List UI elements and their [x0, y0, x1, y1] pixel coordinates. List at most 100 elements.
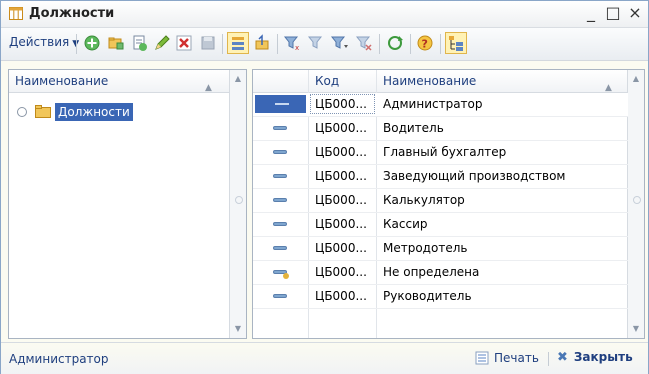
scroll-up-icon[interactable]: ▲	[230, 71, 246, 87]
hierarchy-list-button[interactable]	[227, 32, 249, 54]
row-code: ЦБ000...	[315, 97, 367, 111]
minimize-button[interactable]: _	[582, 3, 600, 23]
element-icon	[273, 246, 287, 250]
close-label: Закрыть	[573, 350, 633, 364]
add-group-button[interactable]	[129, 33, 149, 53]
table-row[interactable]: ЦБ000... Не определена	[253, 261, 628, 285]
close-icon: ✖	[557, 350, 568, 365]
row-code: ЦБ000...	[315, 121, 367, 135]
tree-header-label: Наименование	[15, 74, 109, 88]
row-code: ЦБ000...	[315, 169, 367, 183]
row-code: ЦБ000...	[315, 217, 367, 231]
column-header-name[interactable]: Наименование	[383, 70, 476, 92]
table-row[interactable]: ЦБ000... Кассир	[253, 213, 628, 237]
catalog-icon	[9, 7, 23, 20]
row-name: Заведующий производством	[383, 169, 566, 183]
close-form-button[interactable]: ✖ Закрыть	[557, 350, 633, 368]
row-code: ЦБ000...	[315, 193, 367, 207]
status-bar: Администратор Печать ✖ Закрыть	[1, 342, 648, 374]
filter-set-button[interactable]	[306, 33, 326, 53]
element-icon	[273, 150, 287, 154]
svg-text:?: ?	[422, 38, 428, 51]
table-row[interactable]: ЦБ000... Калькулятор	[253, 189, 628, 213]
scroll-down-icon[interactable]: ▼	[628, 321, 644, 337]
help-button[interactable]: ?	[415, 33, 435, 53]
toolbar: Действия▼ x	[1, 28, 648, 61]
row-name: Метродотель	[383, 241, 468, 255]
tree-node-circle-icon	[17, 107, 27, 117]
predefined-marker-icon	[283, 273, 289, 279]
close-window-button[interactable]: ×	[626, 3, 644, 23]
items-table[interactable]: Код Наименование ▲ ▲ ▼ ЦБ000... Админист…	[252, 69, 645, 339]
table-row[interactable]: ЦБ000... Главный бухгалтер	[253, 141, 628, 165]
folder-icon	[35, 105, 51, 118]
edit-button[interactable]	[152, 33, 172, 53]
filter-menu-button[interactable]	[329, 33, 349, 53]
actions-menu-label: Действия	[9, 35, 70, 49]
scroll-thumb[interactable]	[235, 196, 243, 204]
filter-icon: x	[283, 36, 299, 52]
add-button[interactable]	[82, 33, 102, 53]
row-name: Кассир	[383, 217, 428, 231]
save-icon	[201, 36, 215, 50]
save-button[interactable]	[198, 33, 218, 53]
add-icon	[84, 35, 100, 51]
window-title: Должности	[29, 6, 115, 21]
column-header-code[interactable]: Код	[315, 70, 339, 92]
title-bar: Должности _ □ ×	[1, 1, 648, 28]
tree-scrollbar[interactable]: ▲ ▼	[229, 70, 246, 338]
row-name: Не определена	[383, 265, 480, 279]
element-icon	[273, 198, 287, 202]
delete-icon	[176, 35, 192, 51]
table-row[interactable]: ЦБ000... Администратор	[253, 93, 628, 117]
element-icon	[273, 126, 287, 130]
toolbar-separator	[222, 34, 223, 54]
print-label: Печать	[494, 351, 539, 365]
scroll-down-icon[interactable]: ▼	[230, 321, 246, 337]
tree-item-label: Должности	[55, 103, 133, 121]
delete-button[interactable]	[174, 33, 194, 53]
refresh-button[interactable]	[385, 33, 405, 53]
add-copy-button[interactable]	[106, 33, 126, 53]
tree-view-button[interactable]	[445, 32, 467, 54]
directory-window: Должности _ □ × Действия▼	[0, 0, 649, 374]
table-row[interactable]: ЦБ000... Водитель	[253, 117, 628, 141]
table-row[interactable]: ЦБ000... Метродотель	[253, 237, 628, 261]
row-code: ЦБ000...	[315, 265, 367, 279]
status-separator	[548, 352, 549, 366]
level-up-button[interactable]	[252, 33, 272, 53]
add-copy-icon	[108, 37, 124, 50]
toolbar-separator	[277, 34, 278, 54]
edit-icon	[155, 35, 170, 50]
table-row[interactable]: ЦБ000... Заведующий производством	[253, 165, 628, 189]
filter-button[interactable]: x	[282, 33, 302, 53]
scroll-thumb[interactable]	[633, 196, 641, 204]
row-code: ЦБ000...	[315, 241, 367, 255]
sort-icon: ▲	[205, 83, 212, 93]
toolbar-separator	[440, 34, 441, 54]
table-scrollbar[interactable]: ▲ ▼	[627, 70, 644, 338]
add-group-icon	[133, 35, 147, 51]
filter-clear-button[interactable]	[354, 33, 374, 53]
row-name: Водитель	[383, 121, 444, 135]
row-name: Администратор	[383, 97, 483, 111]
element-icon	[273, 174, 287, 178]
row-name: Руководитель	[383, 289, 472, 303]
maximize-button[interactable]: □	[604, 3, 622, 23]
toolbar-separator	[379, 34, 380, 54]
groups-tree[interactable]: Наименование ▲ ▲ ▼ Должности	[8, 69, 247, 339]
current-user: Администратор	[9, 352, 109, 366]
refresh-icon	[388, 36, 403, 50]
toolbar-separator	[76, 34, 77, 54]
row-name: Калькулятор	[383, 193, 465, 207]
toolbar-separator	[410, 34, 411, 54]
scroll-up-icon[interactable]: ▲	[628, 71, 644, 87]
table-row[interactable]: ЦБ000... Руководитель	[253, 285, 628, 309]
tree-view-icon	[449, 36, 463, 51]
element-icon	[273, 294, 287, 298]
element-icon	[273, 222, 287, 226]
print-icon	[475, 351, 489, 365]
tree-header[interactable]: Наименование ▲	[9, 70, 229, 93]
actions-menu-button[interactable]: Действия▼	[9, 35, 79, 49]
table-header: Код Наименование ▲	[253, 70, 628, 93]
